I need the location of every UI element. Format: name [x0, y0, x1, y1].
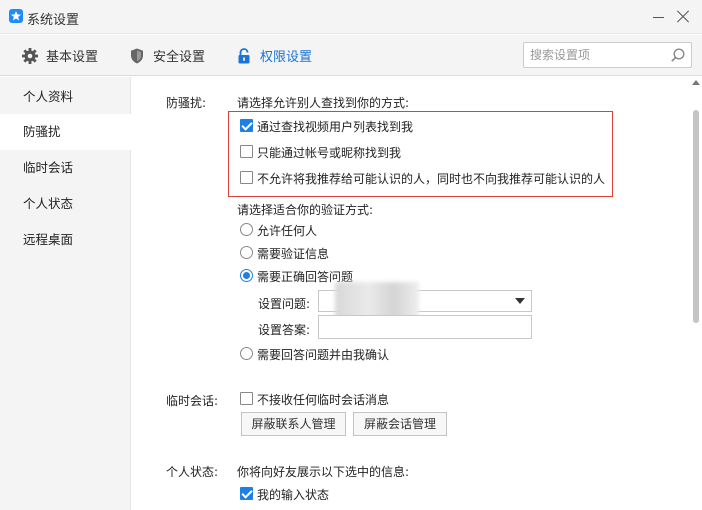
verify-allow-anyone-radio[interactable]	[240, 223, 253, 236]
no-recommend-checkbox[interactable]	[240, 171, 253, 184]
lock-icon	[235, 47, 253, 65]
verify-need-info-radio[interactable]	[240, 246, 253, 259]
reject-temp-session-label: 不接收任何临时会话消息	[257, 393, 390, 407]
settings-content: 防骚扰: 请选择允许别人查找到你的方式: 通过查找视频用户列表找到我 只能通过帐…	[132, 77, 690, 510]
tab-label: 基本设置	[46, 50, 99, 65]
sidebar-item-remote-desktop[interactable]: 远程桌面	[0, 222, 131, 258]
find-option-label: 只能通过帐号或昵称找到我	[257, 146, 402, 160]
app-logo-icon	[9, 9, 23, 23]
find-option-label: 通过查找视频用户列表找到我	[257, 120, 414, 134]
anti-harass-section-label: 防骚扰:	[166, 96, 207, 110]
tab-label: 安全设置	[153, 50, 206, 65]
scroll-up-icon[interactable]	[692, 80, 700, 85]
search-icon[interactable]	[670, 47, 686, 63]
title-bar: 系统设置	[0, 0, 702, 34]
find-by-video-list-checkbox[interactable]	[240, 119, 253, 132]
settings-tab-bar: 基本设置 安全设置 权限设置	[0, 35, 702, 76]
typing-status-checkbox[interactable]	[240, 487, 253, 500]
find-option-label: 不允许将我推荐给可能认识的人，同时也不向我推荐可能认识的人	[257, 172, 606, 186]
verify-answer-question-radio[interactable]	[240, 269, 253, 282]
search-input[interactable]	[524, 43, 664, 67]
shield-icon	[128, 47, 146, 65]
verify-option-label: 需要回答问题并由我确认	[257, 348, 390, 362]
sidebar-item-personal-status[interactable]: 个人状态	[0, 186, 131, 222]
find-method-prompt: 请选择允许别人查找到你的方式:	[237, 96, 410, 110]
sidebar-item-anti-harassment[interactable]: 防骚扰	[0, 114, 132, 150]
tab-basic-settings[interactable]: 基本设置	[21, 35, 98, 76]
reject-temp-session-checkbox[interactable]	[240, 392, 253, 405]
personal-status-section-label: 个人状态:	[166, 465, 219, 479]
verify-answer-and-confirm-radio[interactable]	[240, 347, 253, 360]
gear-icon	[21, 47, 39, 65]
tab-permission-settings[interactable]: 权限设置	[235, 35, 312, 76]
answer-label: 设置答案:	[258, 323, 311, 337]
chevron-down-icon	[515, 298, 525, 304]
tab-security-settings[interactable]: 安全设置	[128, 35, 205, 76]
answer-input[interactable]	[318, 315, 532, 339]
verify-option-label: 允许任何人	[257, 224, 318, 238]
block-sessions-button[interactable]: 屏蔽会话管理	[353, 412, 447, 436]
close-button[interactable]	[674, 8, 692, 26]
scrollbar-thumb[interactable]	[693, 110, 699, 323]
verify-option-label: 需要验证信息	[257, 247, 330, 261]
search-box	[523, 42, 692, 68]
find-by-account-checkbox[interactable]	[240, 145, 253, 158]
verify-method-prompt: 请选择适合你的验证方式:	[237, 203, 374, 217]
temp-session-section-label: 临时会话:	[166, 394, 219, 408]
vertical-scrollbar[interactable]	[690, 77, 702, 510]
minimize-button[interactable]	[650, 8, 668, 26]
tab-label: 权限设置	[260, 50, 313, 65]
settings-sidebar: 个人资料 防骚扰 临时会话 个人状态 远程桌面	[0, 77, 132, 510]
question-label: 设置问题:	[258, 297, 311, 311]
window-title: 系统设置	[27, 13, 80, 28]
sidebar-item-temp-session[interactable]: 临时会话	[0, 150, 131, 186]
personal-status-prompt: 你将向好友展示以下选中的信息:	[237, 465, 410, 479]
typing-status-label: 我的输入状态	[257, 488, 330, 502]
block-contacts-button[interactable]: 屏蔽联系人管理	[241, 412, 346, 436]
sidebar-item-profile[interactable]: 个人资料	[0, 79, 131, 115]
